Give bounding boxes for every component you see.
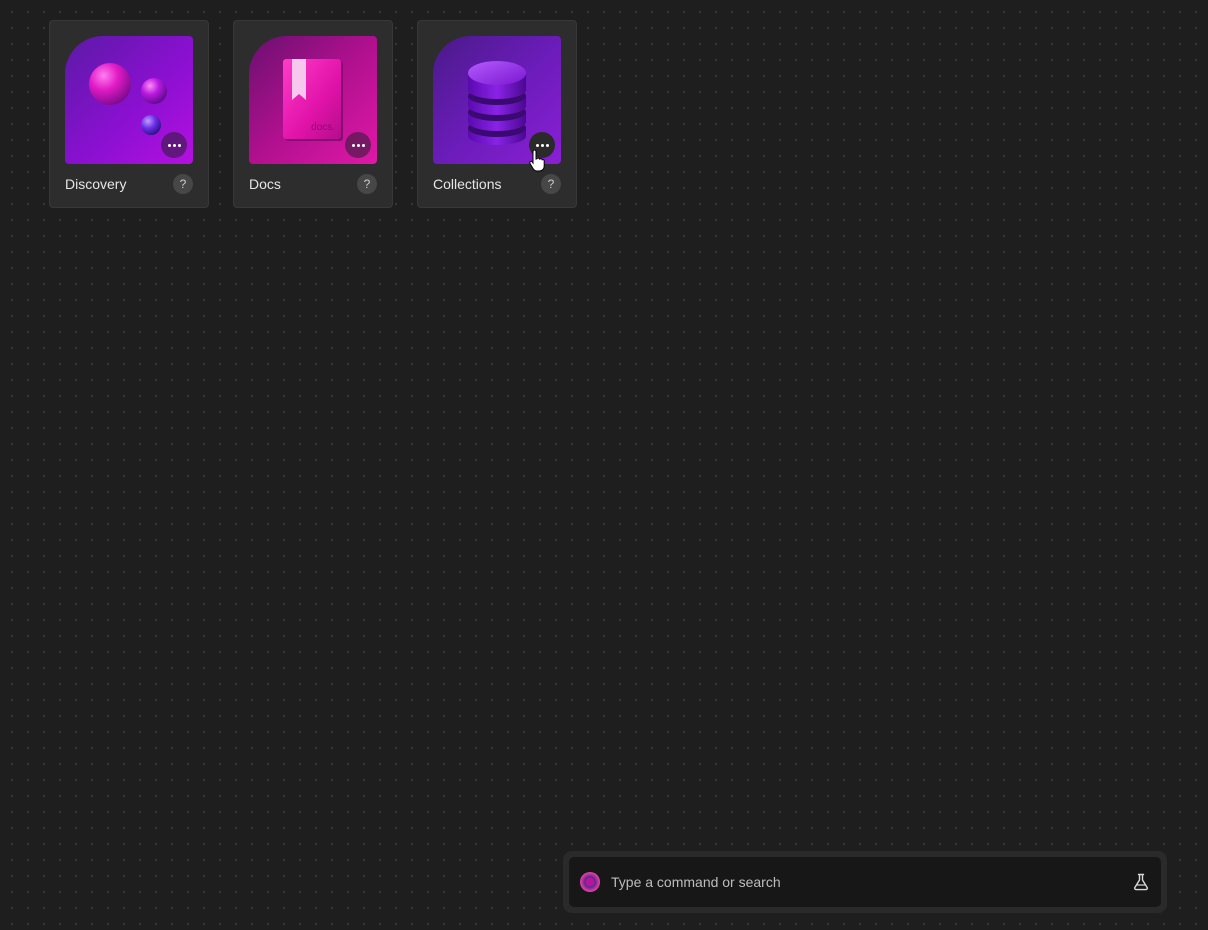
tile-label: Docs	[249, 176, 281, 192]
more-horizontal-icon	[351, 143, 355, 147]
docs-thumbnail-text: docs.	[311, 122, 335, 133]
help-button[interactable]: ?	[173, 174, 193, 194]
tile-label: Discovery	[65, 176, 127, 192]
command-search-input[interactable]	[611, 867, 1111, 897]
tile-grid: Discovery ? docs. Docs ? Collections ?	[49, 20, 577, 208]
app-logo-icon[interactable]	[580, 872, 600, 892]
command-input-wrapper	[569, 857, 1161, 907]
more-horizontal-icon	[535, 143, 539, 147]
more-options-button[interactable]	[529, 132, 555, 158]
help-button[interactable]: ?	[541, 174, 561, 194]
tile-label: Collections	[433, 176, 502, 192]
flask-icon[interactable]	[1131, 872, 1151, 892]
tile-docs[interactable]: docs. Docs ?	[233, 20, 393, 208]
help-button[interactable]: ?	[357, 174, 377, 194]
tile-discovery[interactable]: Discovery ?	[49, 20, 209, 208]
tile-collections[interactable]: Collections ?	[417, 20, 577, 208]
more-options-button[interactable]	[345, 132, 371, 158]
more-horizontal-icon	[167, 143, 171, 147]
more-options-button[interactable]	[161, 132, 187, 158]
command-bar	[563, 851, 1167, 913]
